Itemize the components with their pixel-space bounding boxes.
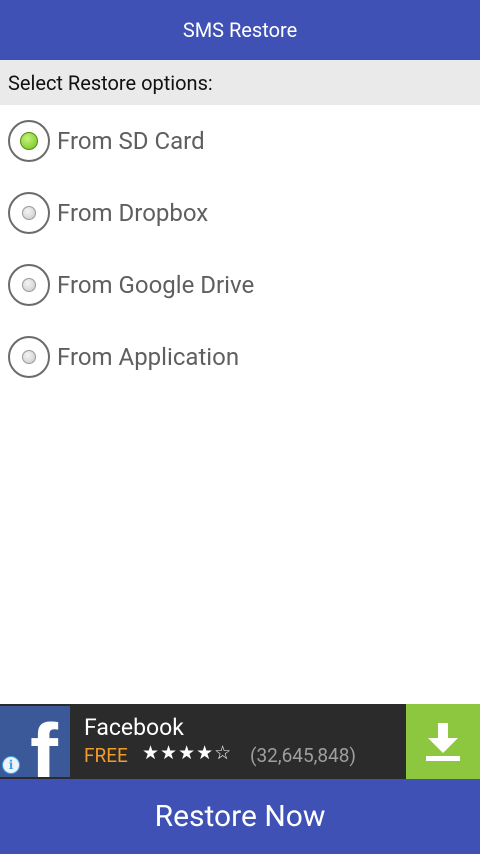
ad-banner[interactable]: f i Facebook FREE ★★★★☆ (32,645,848) <box>0 704 480 779</box>
option-sd-card[interactable]: From SD Card <box>0 105 480 177</box>
option-application[interactable]: From Application <box>0 321 480 393</box>
option-dropbox[interactable]: From Dropbox <box>0 177 480 249</box>
app-title: SMS Restore <box>182 18 298 42</box>
option-label: From SD Card <box>57 127 205 155</box>
option-google-drive[interactable]: From Google Drive <box>0 249 480 321</box>
ad-review-count: (32,645,848) <box>250 744 357 767</box>
radio-button[interactable] <box>8 336 50 378</box>
download-icon <box>426 722 460 761</box>
option-label: From Google Drive <box>57 271 255 299</box>
restore-options-heading: Select Restore options: <box>0 60 480 105</box>
facebook-logo-icon: f i <box>0 706 70 777</box>
option-label: From Application <box>57 343 240 371</box>
restore-now-label: Restore Now <box>154 799 326 834</box>
radio-button[interactable] <box>8 264 50 306</box>
ad-price: FREE <box>84 744 128 767</box>
radio-dot-icon <box>20 132 38 150</box>
ad-app-name: Facebook <box>84 714 184 741</box>
ad-download-button[interactable] <box>406 704 480 779</box>
app-header: SMS Restore <box>0 0 480 60</box>
radio-dot-icon <box>22 278 36 292</box>
restore-options-group: From SD Card From Dropbox From Google Dr… <box>0 105 480 393</box>
option-label: From Dropbox <box>57 199 209 227</box>
section-label-text: Select Restore options: <box>8 70 213 95</box>
radio-dot-icon <box>22 350 36 364</box>
app-screen: SMS Restore Select Restore options: From… <box>0 0 480 854</box>
radio-button-selected[interactable] <box>8 120 50 162</box>
restore-now-button[interactable]: Restore Now <box>0 779 480 854</box>
facebook-f-glyph: f <box>30 707 58 777</box>
ad-rating-stars: ★★★★☆ <box>142 742 233 764</box>
ad-info-icon[interactable]: i <box>2 756 20 774</box>
radio-button[interactable] <box>8 192 50 234</box>
radio-dot-icon <box>22 206 36 220</box>
